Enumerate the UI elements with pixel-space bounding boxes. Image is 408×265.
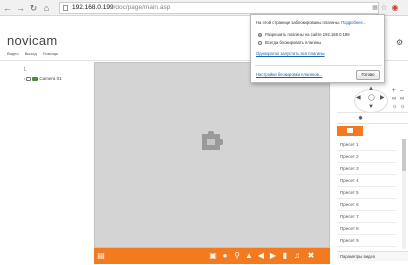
snapshot-icon[interactable]: ▣ bbox=[208, 251, 218, 261]
popup-prompt: На этой странице заблокированы плагины. bbox=[256, 20, 340, 25]
forward-icon[interactable]: → bbox=[15, 2, 26, 14]
allow-plugins-label: Разрешить плагины на сайте 192.168.0.199 bbox=[265, 32, 350, 37]
preset-item[interactable]: Пресет 2 bbox=[337, 151, 397, 163]
learn-more-link[interactable]: Подробнее... bbox=[341, 20, 366, 25]
back-icon[interactable]: ← bbox=[2, 2, 13, 14]
plugin-blocked-popup: На этой странице заблокированы плагины. … bbox=[250, 14, 385, 83]
missing-plugin-icon bbox=[202, 131, 223, 150]
top-menu: Видео Выход Помощь bbox=[7, 51, 58, 56]
radio-icon[interactable] bbox=[258, 40, 262, 45]
iris-close-icon[interactable]: ☼ bbox=[400, 104, 406, 110]
stream-icon[interactable]: ▲ bbox=[244, 251, 254, 261]
block-plugins-option[interactable]: Всегда блокировать плагины bbox=[258, 40, 321, 45]
preset-tab[interactable] bbox=[337, 126, 363, 136]
ptz-control: ▲ ◀ ▶ ▼ ◯ + – ∞ ∞ ☼ ☼ bbox=[342, 86, 408, 113]
tree-root-icon[interactable]: └ bbox=[22, 68, 26, 74]
preset-item[interactable]: Пресет 8 bbox=[337, 223, 397, 235]
brand-logo: novicam bbox=[7, 33, 58, 48]
ptz-right-icon[interactable]: ▶ bbox=[380, 95, 385, 101]
preset-tab-icon bbox=[347, 128, 353, 133]
address-bar[interactable]: 192.168.0.199/doc/page/main.asp bbox=[59, 2, 379, 14]
device-icon bbox=[26, 76, 32, 81]
block-plugins-label: Всегда блокировать плагины bbox=[265, 40, 322, 45]
volume-icon[interactable]: ♫ bbox=[292, 251, 302, 261]
preset-item[interactable]: Пресет 5 bbox=[337, 187, 397, 199]
reload-icon[interactable]: ↻ bbox=[28, 2, 39, 14]
manage-plugins-link[interactable]: Настройки блокировки плагинов... bbox=[256, 72, 322, 77]
video-toolbar: ▤ ▣ ● ⚲ ▲ ◀ ▶ ▮ ♫ ✖ bbox=[94, 248, 330, 264]
microphone-icon[interactable]: ▮ bbox=[280, 251, 290, 261]
allow-plugins-option[interactable]: Разрешить плагины на сайте 192.168.0.199 bbox=[258, 32, 350, 37]
page-icon bbox=[63, 5, 68, 11]
preset-list: Пресет 1 Пресет 2 Пресет 3 Пресет 4 Прес… bbox=[337, 139, 397, 247]
layout-icon[interactable]: ▤ bbox=[96, 251, 106, 261]
zoom-icon[interactable]: ⚲ bbox=[232, 251, 242, 261]
menu-item-help[interactable]: Помощь bbox=[43, 51, 58, 56]
zoom-out-icon[interactable]: – bbox=[400, 88, 403, 94]
ptz-left-icon[interactable]: ◀ bbox=[356, 95, 361, 101]
ptz-down-icon[interactable]: ▼ bbox=[368, 104, 374, 110]
preset-item[interactable]: Пресет 9 bbox=[337, 235, 397, 247]
home-icon[interactable]: ⌂ bbox=[41, 2, 52, 14]
preset-item[interactable]: Пресет 7 bbox=[337, 211, 397, 223]
url-path: /doc/page/main.asp bbox=[113, 4, 171, 11]
preset-item[interactable]: Пресет 6 bbox=[337, 199, 397, 211]
next-icon[interactable]: ▶ bbox=[268, 251, 278, 261]
ptz-up-icon[interactable]: ▲ bbox=[368, 86, 374, 92]
camera-label: Camera 01 bbox=[39, 76, 62, 81]
preset-item[interactable]: Пресет 3 bbox=[337, 163, 397, 175]
video-viewport[interactable] bbox=[94, 62, 330, 248]
done-button[interactable]: Готово bbox=[356, 70, 380, 80]
menu-item-exit[interactable]: Выход bbox=[25, 51, 37, 56]
preset-item[interactable]: Пресет 4 bbox=[337, 175, 397, 187]
iris-open-icon[interactable]: ☼ bbox=[392, 104, 398, 110]
plugin-blocked-icon[interactable]: ▦ bbox=[370, 3, 380, 13]
tree-connector-icon: • bbox=[24, 76, 26, 81]
focus-near-icon[interactable]: ∞ bbox=[392, 96, 396, 102]
prev-icon[interactable]: ◀ bbox=[256, 251, 266, 261]
favorite-icon[interactable]: ✸ bbox=[358, 115, 363, 122]
settings-gear-icon[interactable]: ⚙ bbox=[396, 38, 403, 47]
ptz-speed-row: ✸ bbox=[337, 112, 408, 124]
popup-divider bbox=[255, 65, 382, 66]
menu-item-video[interactable]: Видео bbox=[7, 51, 19, 56]
popup-message: На этой странице заблокированы плагины. … bbox=[256, 20, 381, 25]
fullscreen-icon[interactable]: ✖ bbox=[306, 251, 316, 261]
url-host: 192.168.0.199 bbox=[72, 4, 114, 11]
preset-item[interactable]: Пресет 1 bbox=[337, 139, 397, 151]
star-icon[interactable]: ☆ bbox=[379, 3, 389, 13]
radio-selected-icon[interactable] bbox=[258, 32, 262, 37]
focus-far-icon[interactable]: ∞ bbox=[400, 96, 404, 102]
preset-scrollbar-thumb[interactable] bbox=[402, 139, 406, 171]
camera-icon bbox=[32, 76, 39, 81]
tree-camera-node[interactable]: • Camera 01 bbox=[24, 76, 62, 81]
video-params-label[interactable]: Параметры видео bbox=[337, 251, 408, 261]
ptz-auto-icon[interactable]: ◯ bbox=[368, 95, 375, 101]
run-all-plugins-link[interactable]: Однократно запустить все плагины bbox=[256, 51, 325, 56]
opera-icon[interactable]: ◉ bbox=[390, 3, 400, 13]
record-icon[interactable]: ● bbox=[220, 251, 230, 261]
zoom-in-icon[interactable]: + bbox=[392, 88, 396, 94]
